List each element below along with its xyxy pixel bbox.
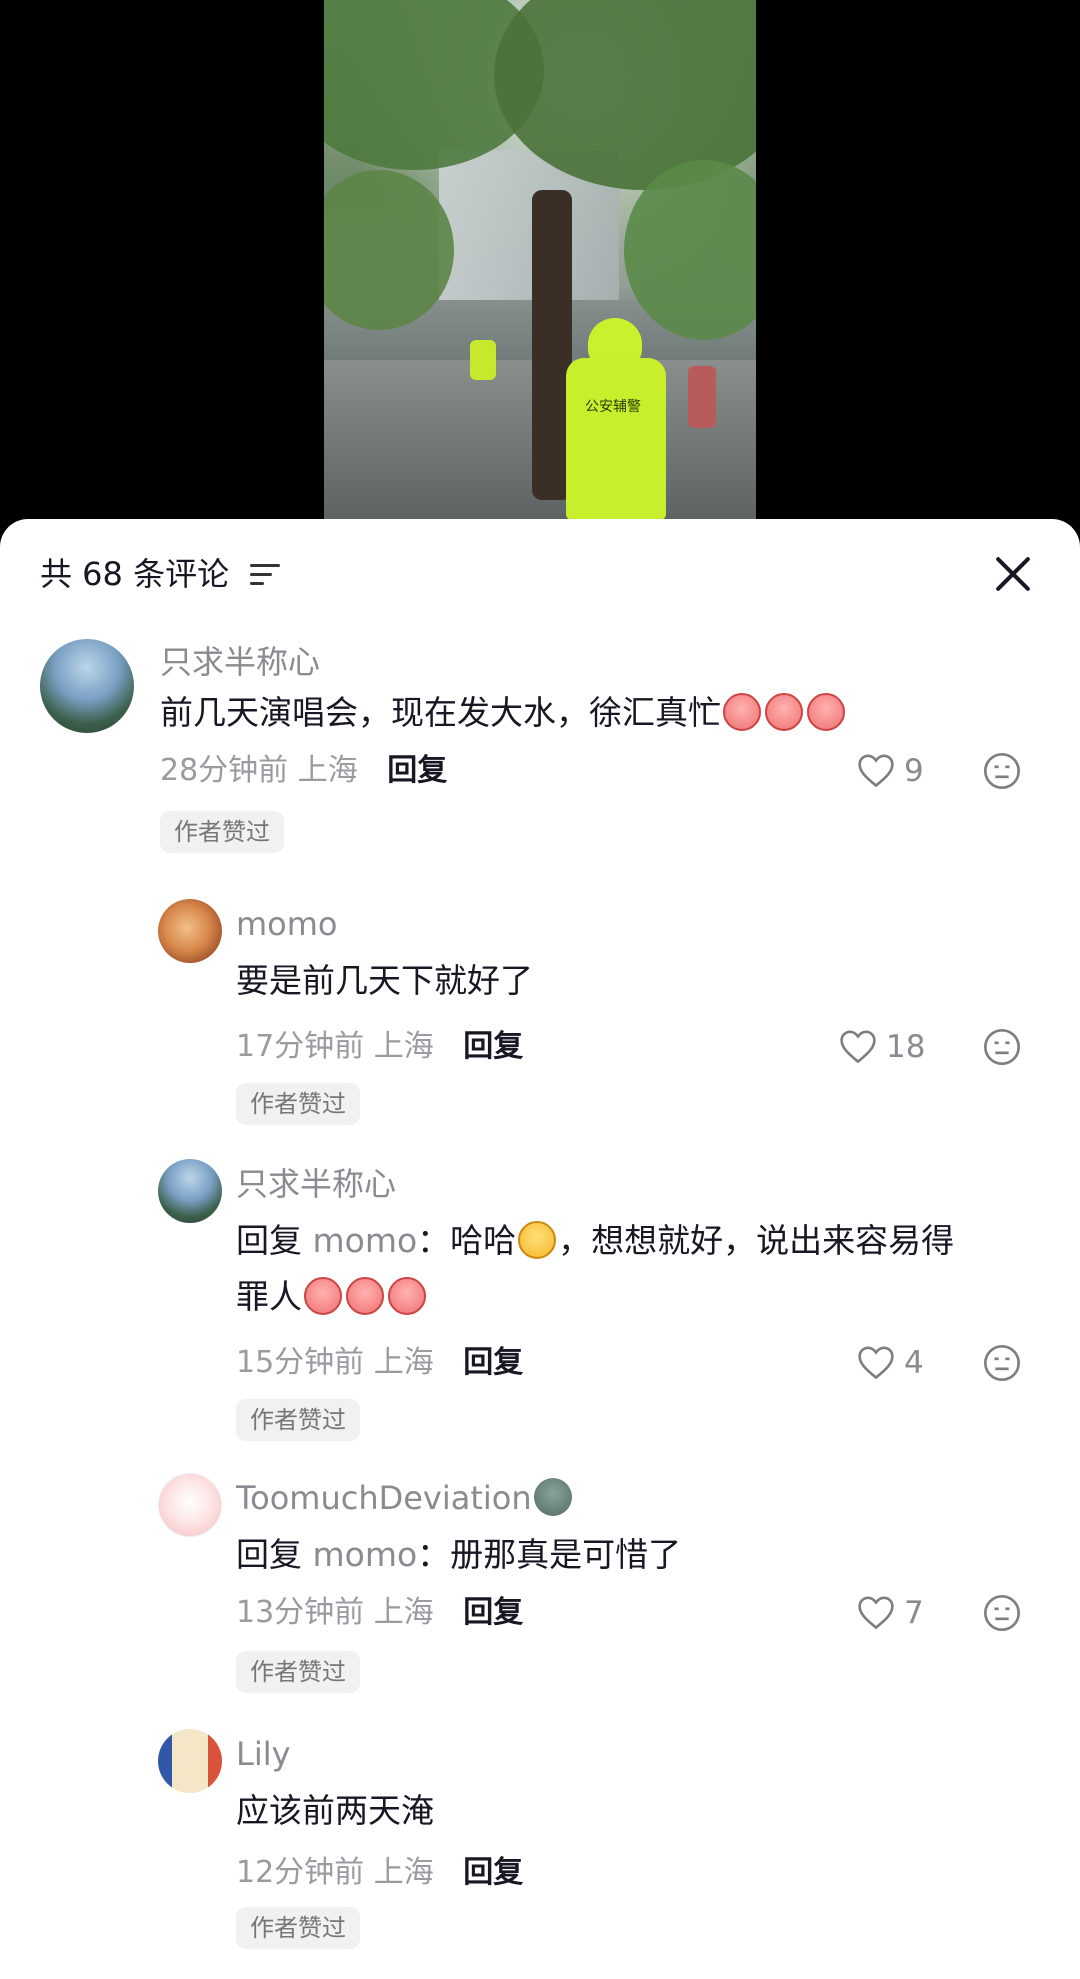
like-button[interactable]: 4 (856, 1341, 924, 1385)
like-button[interactable]: 9 (856, 749, 924, 793)
comment-body: ，想想就好，说出来容易得 (558, 1221, 955, 1260)
sad-emoji-icon (807, 692, 845, 731)
avatar[interactable] (40, 639, 134, 733)
video-person (470, 340, 496, 380)
comment-time: 17分钟前 (236, 1029, 365, 1064)
author-liked-tag: 作者赞过 (236, 1399, 360, 1441)
comment-time: 28分钟前 (160, 753, 289, 788)
avatar[interactable] (158, 1729, 222, 1793)
peach-emoji-icon (346, 1276, 384, 1315)
heart-outline-icon (858, 1345, 894, 1379)
comment-meta: 17分钟前 上海 回复 (236, 1025, 523, 1069)
author-liked-tag: 作者赞过 (160, 811, 284, 853)
alien-emoji-icon (533, 1478, 572, 1516)
reply-prefix: 回复 (236, 1535, 302, 1574)
comment-panel: 共 68 条评论 只求半称心 前几天演唱会，现在发大水，徐汇真忙 28分钟前 上… (0, 519, 1080, 1979)
comment-location: 上海 (373, 1029, 434, 1064)
comment-location: 上海 (373, 1345, 434, 1380)
reply-button[interactable]: 回复 (387, 753, 447, 788)
username[interactable]: momo (236, 903, 338, 945)
mention-link[interactable]: momo (313, 1221, 418, 1260)
avatar[interactable] (158, 1473, 222, 1537)
comment-text: 应该前两天淹 (236, 1791, 434, 1830)
reply-button[interactable]: 回复 (463, 1345, 523, 1380)
sort-icon[interactable] (250, 564, 280, 586)
dislike-face-icon[interactable] (982, 1593, 1022, 1633)
video-frame: 公安辅警 (324, 0, 756, 520)
dislike-face-icon[interactable] (982, 1343, 1022, 1383)
heart-outline-icon (858, 753, 894, 787)
peach-emoji-icon (388, 1276, 426, 1315)
reply-button[interactable]: 回复 (463, 1595, 523, 1630)
video-player[interactable]: 公安辅警 (0, 0, 1080, 530)
like-count: 4 (904, 1345, 924, 1381)
comment-text: 前几天演唱会，现在发大水，徐汇真忙 (160, 685, 847, 741)
peach-emoji-icon (304, 1276, 342, 1315)
video-person (688, 366, 716, 428)
heart-outline-icon (840, 1029, 876, 1063)
username-text: ToomuchDeviation (236, 1479, 532, 1517)
like-button[interactable]: 18 (838, 1025, 925, 1069)
comment-count: 共 68 条评论 (40, 555, 230, 593)
avatar[interactable] (158, 899, 222, 963)
comment-location: 上海 (373, 1595, 434, 1630)
reply-button[interactable]: 回复 (463, 1029, 523, 1064)
comment-location: 上海 (373, 1855, 434, 1890)
comment-text: 回复 momo：册那真是可惜了 (236, 1527, 681, 1583)
author-liked-tag: 作者赞过 (236, 1907, 360, 1949)
comment-meta: 28分钟前 上海 回复 (160, 749, 447, 793)
like-count: 9 (904, 753, 924, 789)
like-count: 18 (886, 1029, 926, 1065)
dislike-face-icon[interactable] (982, 751, 1022, 791)
username[interactable]: ToomuchDeviation (236, 1477, 574, 1519)
username[interactable]: Lily (236, 1733, 291, 1775)
like-count: 7 (904, 1595, 924, 1631)
author-liked-tag: 作者赞过 (236, 1651, 360, 1693)
avatar[interactable] (158, 1159, 222, 1223)
comment-body: ：哈哈 (417, 1221, 517, 1260)
username[interactable]: 只求半称心 (236, 1163, 396, 1205)
sad-emoji-icon (723, 692, 761, 731)
comment-meta: 13分钟前 上海 回复 (236, 1591, 523, 1635)
sad-emoji-icon (765, 692, 803, 731)
laugh-emoji-icon (518, 1220, 557, 1259)
comment-meta: 15分钟前 上海 回复 (236, 1341, 523, 1385)
author-liked-tag: 作者赞过 (236, 1083, 360, 1125)
comment-time: 12分钟前 (236, 1855, 365, 1890)
panel-header: 共 68 条评论 (40, 549, 1040, 599)
comment-meta: 12分钟前 上海 回复 (236, 1851, 523, 1895)
username[interactable]: 只求半称心 (160, 641, 320, 683)
reply-prefix: 回复 (236, 1221, 302, 1260)
close-icon[interactable] (992, 553, 1034, 595)
heart-outline-icon (858, 1595, 894, 1629)
comment-text: 回复 momo：哈哈 ，想想就好，说出来容易得 (236, 1213, 954, 1269)
comment-text: 要是前几天下就好了 (236, 961, 533, 1000)
comment-body: 前几天演唱会，现在发大水，徐汇真忙 (160, 693, 721, 732)
reply-button[interactable]: 回复 (463, 1855, 523, 1890)
like-button[interactable]: 7 (856, 1591, 924, 1635)
mention-link[interactable]: momo (313, 1535, 418, 1574)
vest-label: 公安辅警 (585, 399, 641, 415)
video-officer: 公安辅警 (556, 318, 668, 520)
comment-text-line2: 罪人 (236, 1269, 428, 1325)
dislike-face-icon[interactable] (982, 1027, 1022, 1067)
comment-body: ：册那真是可惜了 (417, 1535, 682, 1574)
comment-time: 13分钟前 (236, 1595, 365, 1630)
comment-body: 罪人 (236, 1277, 302, 1316)
comment-time: 15分钟前 (236, 1345, 365, 1380)
comment-location: 上海 (297, 753, 358, 788)
